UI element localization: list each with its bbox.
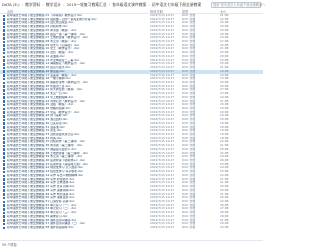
column-name[interactable]: 名称 bbox=[7, 9, 13, 14]
breadcrumb-item[interactable]: 教学资料 bbox=[25, 2, 40, 8]
breadcrumb-separator: › bbox=[21, 2, 24, 7]
file-type: DOC 文档 bbox=[182, 224, 196, 229]
breadcrumb-separator: › bbox=[148, 2, 150, 7]
file-list: 初中语文七年级下册全册教案 01 《邓稼先》教学设计.doc 2019/7/15 … bbox=[0, 13, 263, 230]
file-size: 23 KB bbox=[220, 224, 229, 229]
breadcrumb-item[interactable]: 各年级语文课件教案 bbox=[112, 2, 146, 8]
file-date: 2019/7/15 10:47 bbox=[150, 224, 175, 229]
search-input[interactable]: 搜索"初中语文七年级下册全册教案" ⌕ bbox=[211, 1, 266, 8]
breadcrumb-item[interactable]: 初中语文七年级下册全册教案 bbox=[152, 2, 201, 8]
item-count: 59 个项目 bbox=[2, 242, 17, 247]
file-name: 初中语文七年级下册全册教案 58 课外阅读指导.doc bbox=[7, 225, 74, 229]
search-placeholder: 搜索"初中语文七年级下册全册教案" bbox=[213, 3, 264, 7]
file-row[interactable]: 初中语文七年级下册全册教案 58 课外阅读指导.doc 2019/7/15 10:… bbox=[0, 224, 263, 230]
status-bar: 59 个项目 bbox=[0, 240, 263, 247]
search-icon[interactable]: ⌕ bbox=[264, 3, 266, 7]
breadcrumb-item[interactable]: 教学设计 bbox=[46, 2, 61, 8]
breadcrumb-separator: › bbox=[63, 2, 65, 7]
breadcrumb-separator: › bbox=[42, 2, 44, 7]
breadcrumb-drive[interactable]: DATA (E:) bbox=[2, 2, 20, 7]
breadcrumb-separator: › bbox=[108, 2, 111, 7]
doc-file-icon bbox=[3, 226, 6, 230]
breadcrumb-item[interactable]: 2019一轮复习教案汇总 bbox=[67, 2, 107, 8]
